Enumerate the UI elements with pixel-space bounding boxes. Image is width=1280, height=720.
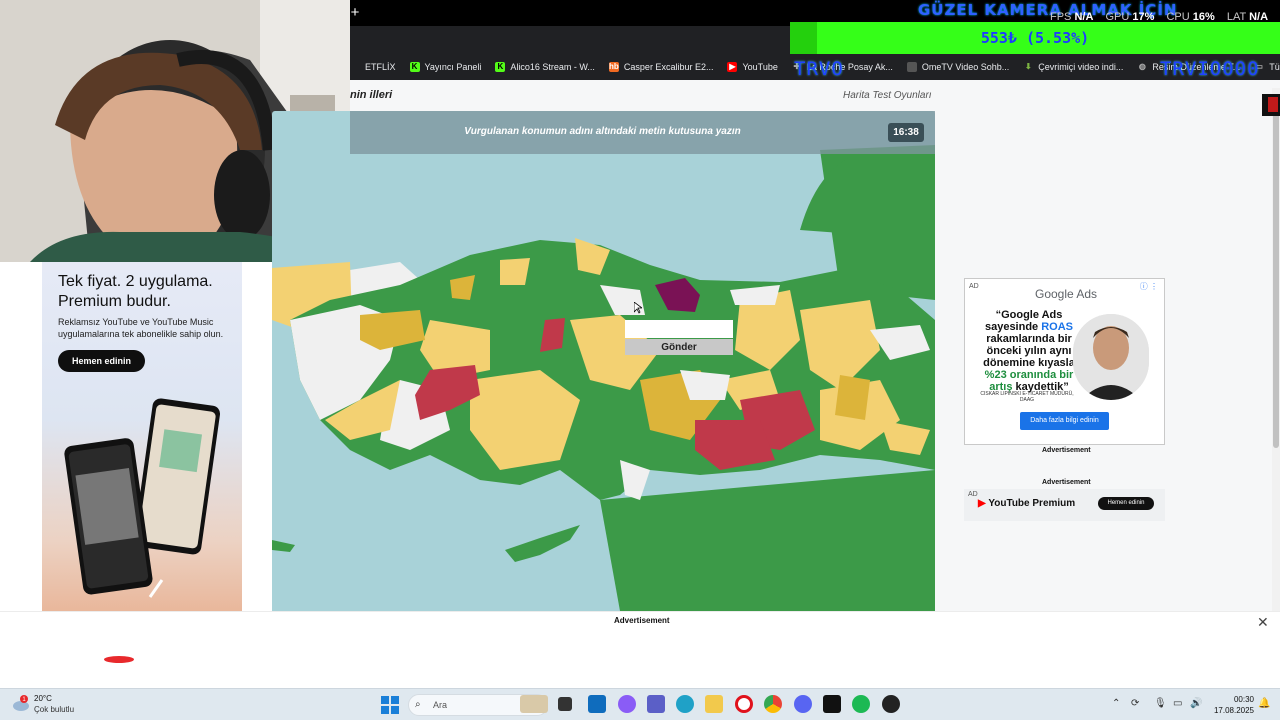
- bookmark-yayinci-paneli[interactable]: K Yayıncı Paneli: [409, 62, 481, 72]
- search-icon: ⌕: [415, 699, 421, 710]
- network-icon[interactable]: ▭: [1173, 698, 1182, 709]
- chrome-icon[interactable]: [764, 695, 782, 713]
- cpu-value: 16%: [1192, 11, 1215, 23]
- performance-overlay: FPS N/A GPU 17% CPU 16% LAT N/A: [1050, 11, 1277, 23]
- windows-taskbar: 1 20°C Çok bulutlu ⌕ Ara ⌃ ⟳ 🎙 ▭ 🔊 00:30…: [0, 688, 1280, 720]
- gpu-value: 17%: [1132, 11, 1155, 23]
- hb-icon: hb: [608, 62, 619, 72]
- obs-icon[interactable]: [882, 695, 900, 713]
- kick-icon: K: [495, 62, 506, 72]
- volume-icon[interactable]: 🔊: [1190, 698, 1202, 709]
- fps-label: FPS: [1050, 11, 1072, 23]
- bookmark-youtube[interactable]: ▶ YouTube: [727, 62, 778, 72]
- google-ads-banner[interactable]: AD ⓘ ⋮ Google Ads “Google Ads sayesinde …: [964, 278, 1165, 445]
- lat-label: LAT: [1226, 11, 1247, 23]
- turkey-map[interactable]: [272, 111, 935, 611]
- notification-icon[interactable]: 🔔: [1258, 698, 1270, 709]
- windows-start-icon[interactable]: [381, 696, 399, 714]
- netflix-icon: [350, 62, 360, 72]
- youtube-premium-logo: ▶ YouTube Premium: [978, 498, 1076, 509]
- sync-icon[interactable]: ⟳: [1131, 698, 1139, 709]
- download-icon: ⬇: [1024, 62, 1032, 71]
- fps-value: N/A: [1074, 11, 1094, 23]
- scrollbar-thumb[interactable]: [1273, 108, 1279, 448]
- question-banner: Vurgulanan konumun adını altındaki metin…: [350, 111, 935, 154]
- ad-tag: AD: [968, 491, 978, 498]
- kick-icon: K: [409, 62, 420, 72]
- bookmark-alico16[interactable]: K Alico16 Stream - W...: [495, 62, 595, 72]
- weather-desc: Çok bulutlu: [34, 705, 75, 714]
- timer-badge: 16:38: [888, 123, 924, 142]
- donation-goal-bar: 553₺ (5.53%): [790, 22, 1280, 54]
- bookmark-casper[interactable]: hb Casper Excalibur E2...: [608, 62, 713, 72]
- ad-loading-dot: [104, 656, 134, 663]
- search-highlight-icon[interactable]: [520, 695, 548, 713]
- map-svg: [272, 111, 935, 611]
- bookmark-netflix[interactable]: ETFLİX: [350, 62, 396, 72]
- copilot-icon[interactable]: [618, 695, 636, 713]
- edge-icon[interactable]: [676, 695, 694, 713]
- youtube-premium-banner[interactable]: AD ▶ YouTube Premium Hemen edinin: [964, 489, 1165, 521]
- ytp-cta-button[interactable]: Hemen edinin: [1098, 497, 1154, 510]
- goal-text: 553₺ (5.53%): [980, 29, 1090, 47]
- lat-value: N/A: [1249, 11, 1269, 23]
- gpu-label: GPU: [1105, 11, 1130, 23]
- phones-illustration: [64, 398, 221, 598]
- bottom-ad-bar: Advertisement ✕: [0, 611, 1280, 688]
- advertisement-label: Advertisement: [1042, 447, 1091, 454]
- ad-quote: “Google Ads sayesinde ROAS rakamlarında …: [983, 309, 1075, 393]
- advertisement-label: Advertisement: [1042, 479, 1091, 486]
- microphone-icon[interactable]: 🎙: [1154, 698, 1167, 709]
- chevron-up-icon[interactable]: ⌃: [1112, 698, 1120, 709]
- capcut-icon[interactable]: [823, 695, 841, 713]
- globe-icon: ◍: [1138, 62, 1146, 71]
- new-tab-button[interactable]: +: [350, 4, 360, 21]
- cpu-label: CPU: [1166, 11, 1190, 23]
- taskbar-clock[interactable]: 00:30 17.08.2025: [1210, 694, 1254, 716]
- submit-button[interactable]: Gönder: [625, 339, 733, 355]
- answer-input[interactable]: [625, 320, 733, 338]
- question-text: Vurgulanan konumun adını altındaki metin…: [464, 126, 741, 137]
- cloud-icon: 1: [13, 695, 29, 711]
- ad-tag: AD: [969, 283, 979, 290]
- page-scrollbar[interactable]: [1272, 88, 1280, 611]
- video-icon: [906, 62, 917, 72]
- file-explorer-icon[interactable]: [705, 695, 723, 713]
- close-icon[interactable]: ✕: [1257, 614, 1269, 631]
- search-placeholder: Ara: [433, 700, 448, 710]
- clock-date: 17.08.2025: [1213, 706, 1254, 715]
- overlay-badge: [1262, 94, 1280, 116]
- youtube-premium-ad[interactable]: Tek fiyat. 2 uygulama. Premium budur. Re…: [42, 262, 242, 611]
- spotify-icon[interactable]: [852, 695, 870, 713]
- mouse-cursor-icon: [634, 302, 642, 314]
- task-view-icon[interactable]: [558, 697, 572, 711]
- youtube-icon: ▶: [727, 62, 738, 72]
- overlay-text-right: TRVIO000: [1160, 58, 1260, 80]
- ad-signature: CISKAR LIPINSKI E-TICARET MÜDÜRÜ, DAAG: [980, 391, 1074, 403]
- bookmark-video-download[interactable]: ⬇ Çevrimiçi video indi...: [1023, 62, 1123, 72]
- weather-temp: 20°C: [34, 694, 52, 703]
- teams-icon[interactable]: [647, 695, 665, 713]
- ad-info-icon[interactable]: ⓘ ⋮: [1140, 281, 1158, 292]
- ad-portrait: [1073, 314, 1149, 400]
- advertisement-label: Advertisement: [614, 616, 670, 625]
- outlook-icon[interactable]: [588, 695, 606, 713]
- ad-learn-more-button[interactable]: Daha fazla bilgi edinin: [1020, 412, 1109, 430]
- opera-icon[interactable]: [735, 695, 753, 713]
- clock-time: 00:30: [1233, 695, 1254, 704]
- overlay-text-left: TRVO: [794, 58, 844, 80]
- bookmark-ometv[interactable]: OmeTV Video Sohb...: [906, 62, 1009, 72]
- page-title: nin illeri: [350, 89, 393, 101]
- discord-icon[interactable]: [794, 695, 812, 713]
- site-link[interactable]: Harita Test Oyunları: [843, 90, 932, 101]
- google-ads-logo: Google Ads: [1035, 287, 1098, 301]
